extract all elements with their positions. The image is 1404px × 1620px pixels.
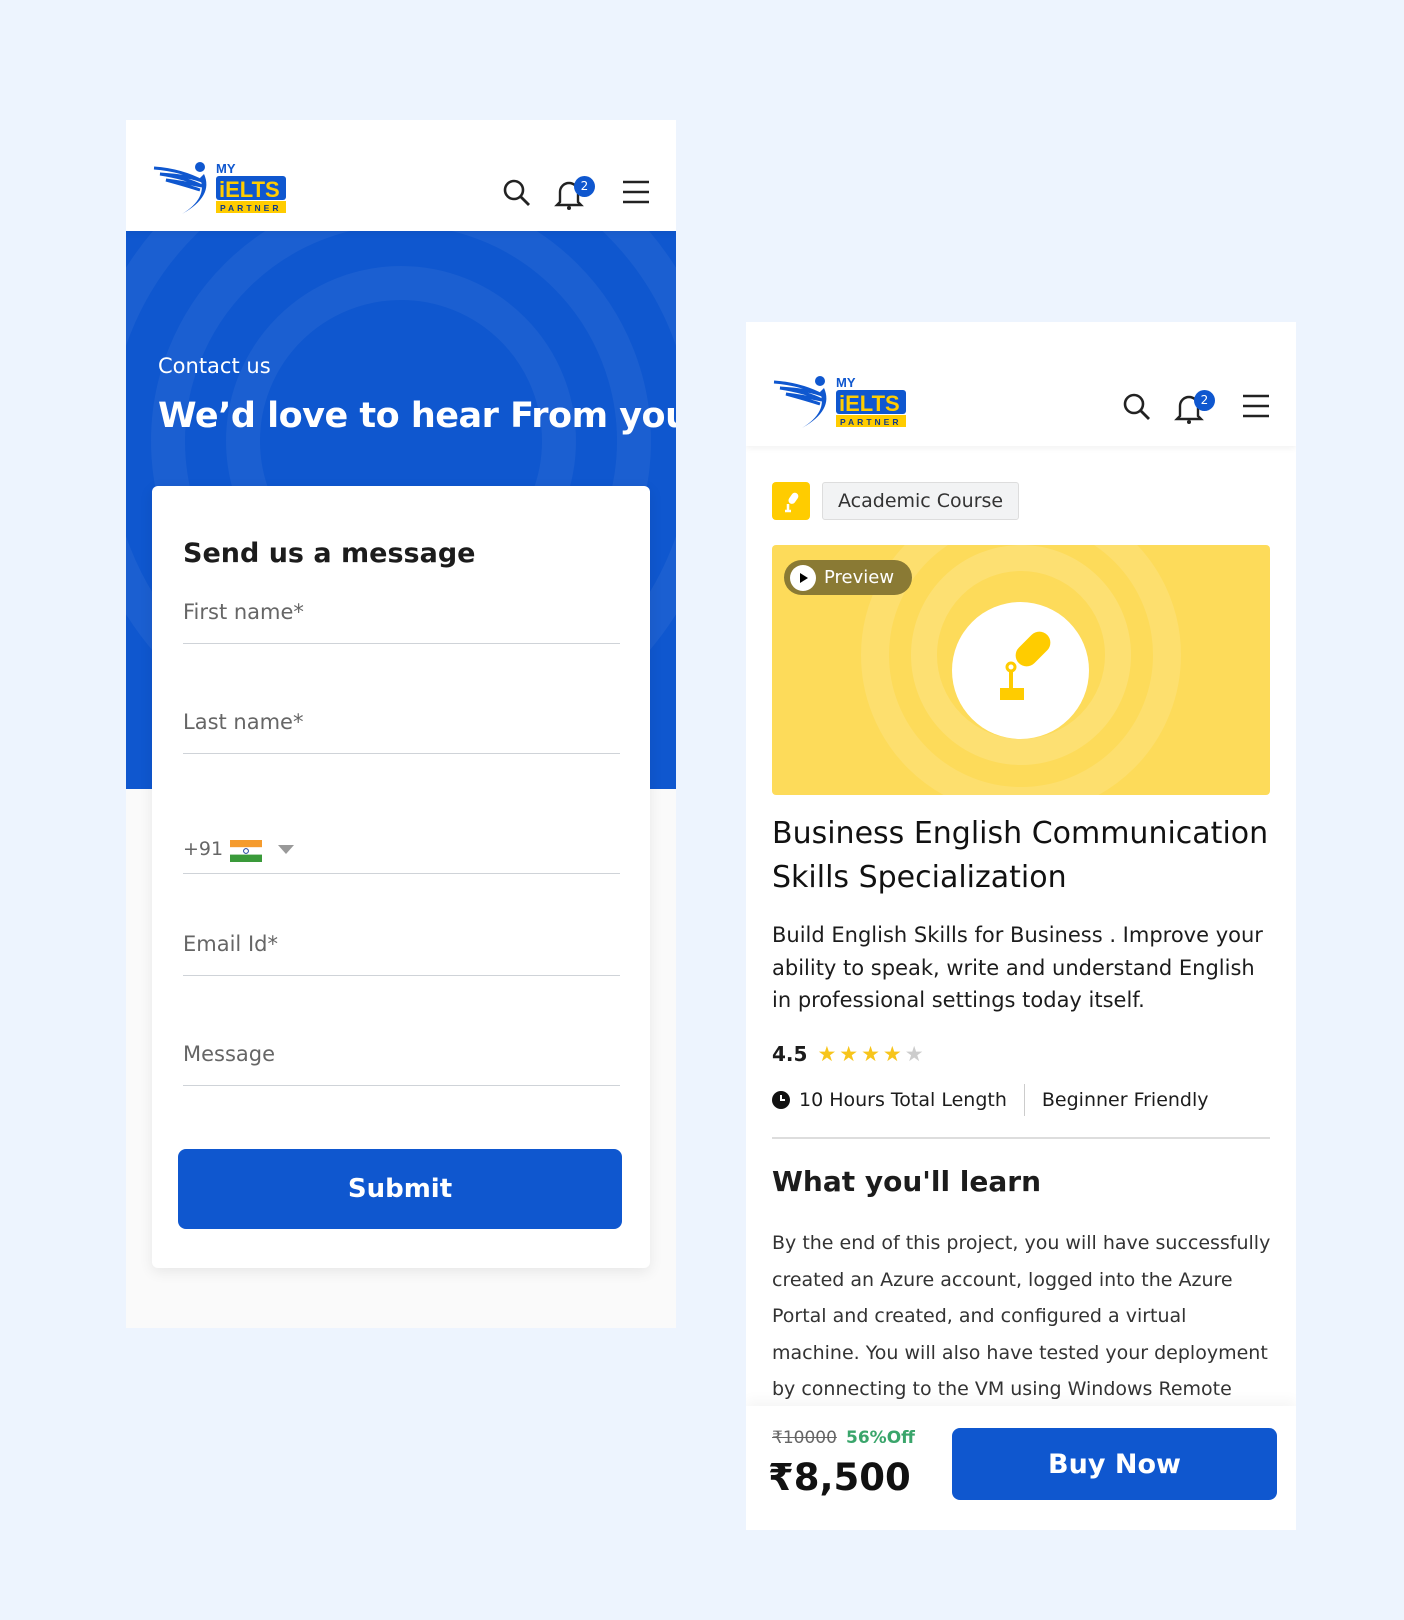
- course-tag: Academic Course: [822, 482, 1020, 520]
- search-icon[interactable]: [1122, 392, 1152, 422]
- notification-badge: 2: [574, 176, 595, 197]
- eyebrow: Contact us: [158, 354, 271, 378]
- play-icon: [790, 565, 816, 591]
- star-icon: ★: [861, 1042, 883, 1066]
- divider: [1023, 1084, 1025, 1116]
- svg-text:MY: MY: [836, 375, 856, 390]
- star-icon: ★: [904, 1042, 927, 1066]
- discount: 56%Off: [846, 1428, 915, 1448]
- course-meta: 10 Hours Total Length Beginner Friendly: [772, 1084, 1209, 1116]
- price: ₹8,500: [768, 1456, 911, 1499]
- search-icon[interactable]: [502, 178, 532, 208]
- preview-button[interactable]: Preview: [784, 560, 913, 595]
- star-icon: ★: [839, 1042, 862, 1066]
- header: MY iELTS PARTNER 2: [746, 322, 1296, 446]
- rating-value: 4.5: [772, 1042, 808, 1066]
- course-level: Beginner Friendly: [1041, 1089, 1209, 1111]
- contact-form: Send us a message First name* Last name*…: [152, 486, 650, 1268]
- message-input[interactable]: Message: [183, 1042, 620, 1086]
- notification-badge: 2: [1194, 390, 1215, 411]
- divider: [772, 1137, 1270, 1139]
- svg-text:iELTS: iELTS: [219, 177, 280, 202]
- buy-now-button[interactable]: Buy Now: [952, 1428, 1277, 1500]
- last-name-input[interactable]: Last name*: [183, 710, 620, 754]
- course-preview-image[interactable]: Preview: [772, 545, 1270, 795]
- header: MY iELTS PARTNER 2: [126, 120, 676, 231]
- course-description: Build English Skills for Business . Impr…: [772, 923, 1263, 1012]
- contact-screen: MY iELTS PARTNER 2 Contact us We’d love …: [126, 120, 676, 1328]
- microphone-icon: [1000, 631, 1051, 700]
- svg-text:PARTNER: PARTNER: [220, 203, 281, 213]
- country-code[interactable]: +91: [183, 838, 223, 860]
- price-bar: ₹10000 56%Off ₹8,500 Buy Now: [746, 1406, 1296, 1530]
- submit-button[interactable]: Submit: [178, 1149, 622, 1229]
- course-title-line: Business English Communication: [772, 816, 1269, 851]
- form-title: Send us a message: [183, 538, 476, 569]
- preview-label: Preview: [824, 567, 895, 588]
- ielts-logo[interactable]: MY iELTS PARTNER: [152, 160, 292, 218]
- learn-title: What you'll learn: [772, 1165, 1042, 1198]
- ielts-logo[interactable]: MY iELTS PARTNER: [772, 374, 912, 432]
- email-input[interactable]: Email Id*: [183, 932, 620, 976]
- first-name-input[interactable]: First name*: [183, 600, 620, 644]
- menu-icon[interactable]: [1242, 394, 1270, 418]
- course-title-line: Skills Specialization: [772, 860, 1067, 895]
- rating: 4.5 ★★★★★: [772, 1042, 927, 1066]
- learn-text: By the end of this project, you will hav…: [772, 1232, 1271, 1400]
- star-icon: ★: [817, 1042, 840, 1066]
- menu-icon[interactable]: [622, 180, 650, 204]
- course-title: Business English Communication Skills Sp…: [772, 812, 1268, 900]
- old-price: ₹10000: [772, 1428, 837, 1448]
- svg-text:MY: MY: [216, 161, 236, 176]
- star-rating: ★★★★★: [817, 1042, 926, 1066]
- svg-text:iELTS: iELTS: [839, 391, 900, 416]
- star-icon: ★: [882, 1042, 905, 1066]
- phone-input[interactable]: +91: [183, 823, 620, 874]
- chevron-down-icon[interactable]: [278, 845, 294, 855]
- svg-text:PARTNER: PARTNER: [840, 417, 901, 427]
- microphone-icon: [772, 482, 810, 520]
- hero-title: We’d love to hear From you!: [158, 396, 676, 436]
- clock-icon: [772, 1091, 790, 1109]
- course-length: 10 Hours Total Length: [799, 1089, 1007, 1111]
- course-screen: MY iELTS PARTNER 2 Academic Course Previ…: [746, 322, 1296, 1530]
- india-flag-icon: [230, 840, 262, 862]
